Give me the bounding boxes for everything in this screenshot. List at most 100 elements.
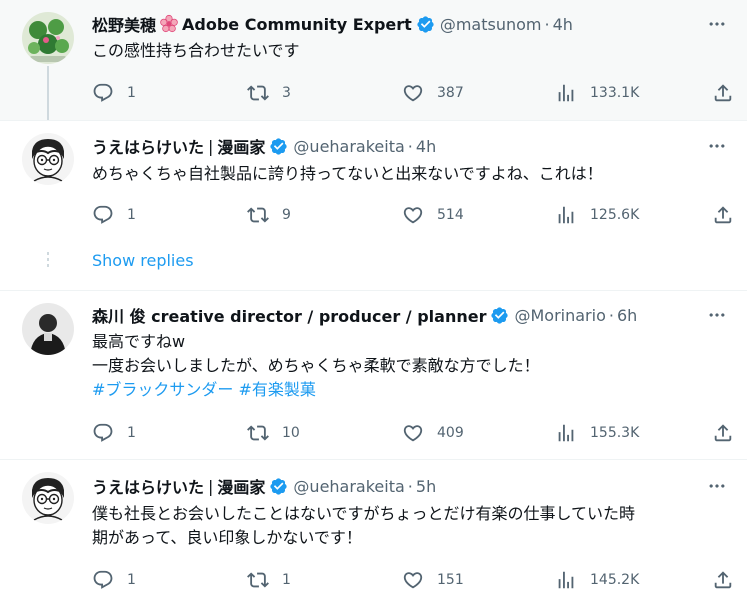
handle[interactable]: @ueharakeita [293,137,404,156]
display-name[interactable]: うえはらけいた [92,474,204,498]
share-button[interactable] [712,203,734,227]
share-icon [712,422,734,444]
timestamp[interactable]: 6h [617,306,637,325]
tweet-header: 松野美穂 Adobe Community Expert @matsunom · … [92,12,573,36]
avatar[interactable] [22,12,74,64]
display-name-title: 漫画家 [217,478,266,497]
retweet-icon [247,204,269,226]
like-button[interactable]: 514 [402,203,464,227]
more-button[interactable] [705,134,729,158]
views-icon [555,204,577,226]
views-count: 145.2K [590,572,640,588]
handle[interactable]: @ueharakeita [293,477,404,496]
flower-icon [159,14,179,34]
tweet-1[interactable]: 松野美穂 Adobe Community Expert @matsunom · … [0,0,747,120]
share-button[interactable] [712,81,734,105]
tweet-text-line: めちゃくちゃ自社製品に誇り持ってないと出来ないですよね、これは！ [92,164,603,183]
like-icon [402,204,424,226]
like-icon [402,422,424,444]
reply-icon [92,569,114,591]
action-bar: 1 1 151 145.2K [92,568,740,592]
reply-icon [92,204,114,226]
views-icon [555,422,577,444]
like-button[interactable]: 151 [402,568,464,592]
views-count: 155.3K [590,425,640,441]
display-name[interactable]: 松野美穂 [92,12,156,36]
dot-separator: · [407,136,413,156]
reply-button[interactable]: 1 [92,568,136,592]
like-count: 409 [437,425,464,441]
action-bar: 1 9 514 125.6K [92,203,740,227]
more-button[interactable] [705,474,729,498]
more-button[interactable] [705,12,729,36]
show-replies-link[interactable]: Show replies [92,251,194,270]
tweet-text-line: 期があって、良い印象しかないです！ [92,528,362,547]
display-name-title: Adobe Community Expert [182,14,412,34]
handle[interactable]: @matsunom [440,15,542,34]
tweet-text-line: 最高ですねw [92,332,186,351]
more-button[interactable] [705,303,729,327]
timestamp[interactable]: 4h [553,15,573,34]
views-button[interactable]: 125.6K [555,203,639,227]
like-count: 514 [437,207,464,223]
action-bar: 1 3 387 133.1K [92,81,740,105]
retweet-icon [247,82,269,104]
tweet-4[interactable]: うえはらけいた | 漫画家 @ueharakeita · 5h 僕も社長とお会い… [0,460,747,612]
avatar[interactable] [22,133,74,185]
reply-icon [92,422,114,444]
retweet-count: 3 [282,85,291,101]
share-icon [712,204,734,226]
like-button[interactable]: 409 [402,421,464,445]
display-name-title: 漫画家 [217,138,266,157]
hashtag-link[interactable]: #ブラックサンダー [92,380,233,399]
views-icon [555,569,577,591]
hashtag-link[interactable]: #有楽製菓 [239,380,316,399]
reply-button[interactable]: 1 [92,421,136,445]
retweet-button[interactable]: 3 [247,81,291,105]
verified-badge-icon [490,306,509,325]
tweet-text: この感性持ち合わせたいです [92,39,732,63]
avatar[interactable] [22,472,74,524]
reply-button[interactable]: 1 [92,81,136,105]
more-icon [707,136,727,156]
tweet-text-line: この感性持ち合わせたいです [92,41,300,60]
tweet-3[interactable]: 森川 俊 creative director / producer / plan… [0,291,747,459]
tweet-header: うえはらけいた | 漫画家 @ueharakeita · 4h [92,134,436,158]
retweet-button[interactable]: 10 [247,421,300,445]
more-icon [707,476,727,496]
verified-badge-icon [416,15,435,34]
retweet-button[interactable]: 1 [247,568,291,592]
tweet-text: めちゃくちゃ自社製品に誇り持ってないと出来ないですよね、これは！ [92,162,732,186]
action-bar: 1 10 409 155.3K [92,421,740,445]
tweet-header: うえはらけいた | 漫画家 @ueharakeita · 5h [92,474,436,498]
avatar[interactable] [22,303,74,355]
tweet-2[interactable]: うえはらけいた | 漫画家 @ueharakeita · 4h めちゃくちゃ自社… [0,121,747,241]
timestamp[interactable]: 5h [416,477,436,496]
display-name[interactable]: 森川 俊 creative director / producer / plan… [92,303,486,327]
like-button[interactable]: 387 [402,81,464,105]
reply-button[interactable]: 1 [92,203,136,227]
reply-count: 1 [127,207,136,223]
handle[interactable]: @Morinario [514,306,605,325]
share-icon [712,569,734,591]
tweet-text-line: 一度お会いしましたが、めちゃくちゃ柔軟で素敵な方でした！ [92,356,540,375]
share-button[interactable] [712,568,734,592]
retweet-count: 9 [282,207,291,223]
views-button[interactable]: 145.2K [555,568,639,592]
like-icon [402,569,424,591]
reply-count: 1 [127,572,136,588]
reply-icon [92,82,114,104]
retweet-button[interactable]: 9 [247,203,291,227]
views-button[interactable]: 133.1K [555,81,639,105]
thread-dots [47,252,49,270]
display-name[interactable]: うえはらけいた [92,134,204,158]
reply-count: 1 [127,425,136,441]
tweet-header: 森川 俊 creative director / producer / plan… [92,303,637,327]
share-button[interactable] [712,421,734,445]
thread-line [47,66,49,120]
retweet-icon [247,422,269,444]
verified-badge-icon [269,477,288,496]
timestamp[interactable]: 4h [416,137,436,156]
tweet-text: 最高ですねw 一度お会いしましたが、めちゃくちゃ柔軟で素敵な方でした！ #ブラッ… [92,330,732,402]
views-button[interactable]: 155.3K [555,421,639,445]
